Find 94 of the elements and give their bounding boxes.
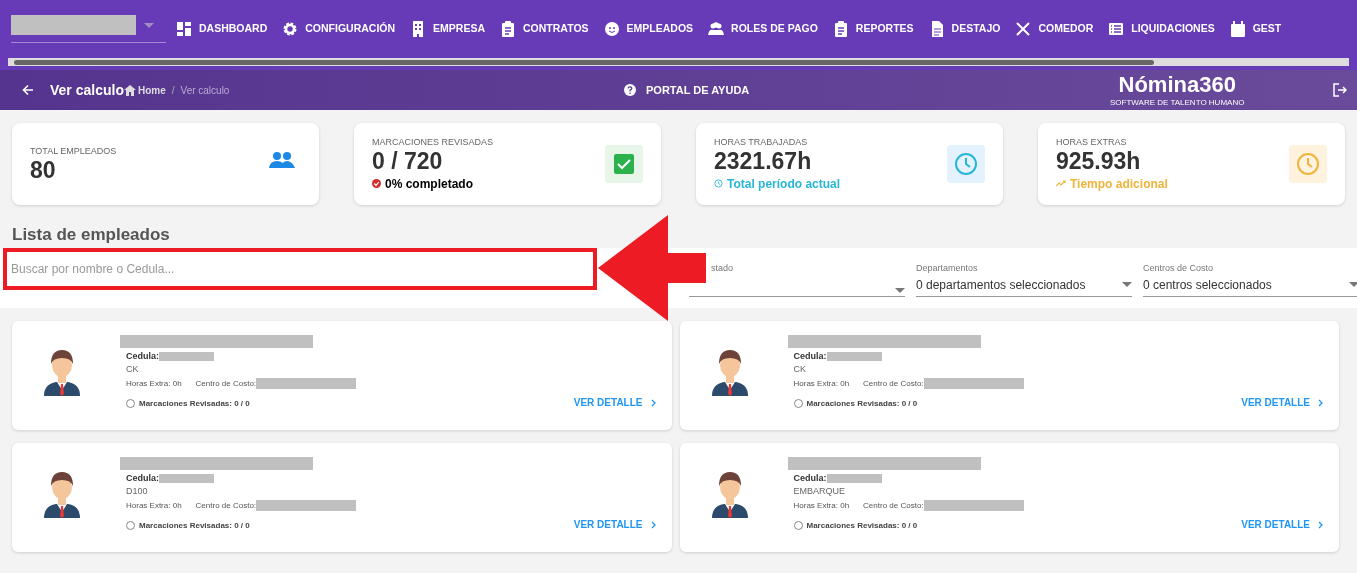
page-title: Ver calculo bbox=[50, 80, 124, 100]
redaction-bar bbox=[826, 474, 882, 484]
stat-value: 2321.67h bbox=[714, 147, 813, 174]
nav-tab[interactable]: EMPRESA bbox=[410, 21, 486, 37]
stat-note: Tiempo adicional bbox=[1070, 175, 1168, 193]
department-text: EMBARQUE bbox=[793, 485, 846, 497]
nav-tab[interactable]: ROLES DE PAGO bbox=[708, 21, 818, 37]
clock-icon bbox=[714, 179, 723, 188]
cost-center-label: Centro de Costo: bbox=[195, 499, 257, 512]
redaction-bar bbox=[159, 352, 214, 362]
stat-label: TOTAL EMPLEADOS bbox=[30, 145, 117, 157]
avatar-silhouette bbox=[709, 348, 750, 398]
cedula-label: Cedula: bbox=[126, 350, 159, 363]
nav-tab[interactable]: DESTAJO bbox=[928, 21, 1001, 37]
extra-hours-text: Horas Extra: 0h bbox=[126, 499, 182, 512]
reviewed-text: Marcaciones Revisadas: 0 / 0 bbox=[806, 397, 918, 410]
clipboard-icon bbox=[832, 21, 849, 37]
error-icon bbox=[372, 179, 381, 188]
cedula-label: Cedula: bbox=[126, 472, 159, 485]
caret-icon bbox=[1349, 282, 1357, 287]
stat-value: 80 bbox=[30, 157, 57, 183]
field-label: stado bbox=[711, 262, 734, 275]
nav-tab[interactable]: DASHBOARD bbox=[176, 21, 268, 37]
people-icon bbox=[269, 151, 295, 169]
chevron-icon bbox=[1318, 398, 1323, 407]
logout-icon[interactable] bbox=[1333, 83, 1347, 97]
nav-tab[interactable]: EMPLEADOS bbox=[603, 21, 694, 37]
settings-icon bbox=[282, 21, 299, 37]
nav-tab[interactable]: CONFIGURACIÓN bbox=[282, 21, 396, 37]
reviewed-text: Marcaciones Revisadas: 0 / 0 bbox=[806, 519, 918, 532]
caret-icon bbox=[895, 288, 905, 293]
avatar-silhouette bbox=[42, 348, 82, 398]
scrollbar[interactable] bbox=[8, 58, 1349, 66]
nav-tab[interactable]: LIQUIDACIONES bbox=[1108, 21, 1215, 37]
select-value: 0 departamentos seleccionados bbox=[916, 276, 1086, 294]
clock-icon bbox=[1289, 145, 1327, 183]
stat-label: MARCACIONES REVISADAS bbox=[372, 135, 494, 148]
trend-up-icon bbox=[1056, 180, 1066, 187]
extra-hours-text: Horas Extra: 0h bbox=[793, 499, 850, 512]
stat-value: 925.93h bbox=[1056, 147, 1142, 174]
department-text: D100 bbox=[126, 485, 149, 497]
select-value: 0 centros seleccionados bbox=[1143, 276, 1272, 294]
nav-tab[interactable]: GEST bbox=[1229, 21, 1282, 37]
cost-center-label: Centro de Costo: bbox=[863, 499, 924, 512]
department-text: CK bbox=[793, 363, 807, 375]
back-arrow-icon[interactable] bbox=[22, 84, 34, 96]
people-icon bbox=[708, 21, 725, 37]
breadcrumb-separator: / bbox=[171, 83, 175, 98]
face-icon bbox=[603, 21, 620, 37]
logo-tagline: SOFTWARE DE TALENTO HUMANO bbox=[1110, 98, 1245, 107]
logo-text: Nómina360 bbox=[1118, 72, 1236, 98]
cedula-label: Cedula: bbox=[793, 472, 827, 485]
avatar-silhouette bbox=[42, 470, 82, 520]
chevron-icon bbox=[650, 398, 656, 407]
select-field[interactable]: Departamentos 0 departamentos seleccionados bbox=[916, 262, 1132, 297]
field-label: Centros de Costo bbox=[1143, 262, 1214, 275]
home-icon bbox=[123, 84, 136, 96]
cost-center-label: Centro de Costo: bbox=[863, 377, 924, 390]
extra-hours-text: Horas Extra: 0h bbox=[126, 377, 182, 390]
caret-icon bbox=[144, 23, 154, 28]
section-title: Lista de empleados bbox=[12, 224, 171, 246]
breadcrumb-link[interactable]: Home bbox=[137, 82, 166, 98]
department-text: CK bbox=[126, 363, 140, 375]
redaction-bar bbox=[826, 352, 882, 362]
reviewed-text: Marcaciones Revisadas: 0 / 0 bbox=[139, 519, 250, 532]
stat-value: 0 / 720 bbox=[372, 147, 444, 174]
chevron-icon bbox=[1318, 520, 1323, 529]
caret-icon bbox=[1122, 282, 1132, 287]
dashboard-icon bbox=[176, 21, 192, 37]
extra-hours-text: Horas Extra: 0h bbox=[793, 377, 850, 390]
stat-label: HORAS TRABAJADAS bbox=[714, 135, 809, 148]
stat-note: Total período actual bbox=[727, 175, 841, 193]
field-label: Departamentos bbox=[916, 262, 978, 275]
help-portal-link[interactable]: PORTAL DE AYUDA bbox=[646, 82, 750, 99]
check-icon bbox=[605, 145, 643, 183]
stat-note: 0% completado bbox=[385, 175, 474, 193]
list-icon bbox=[1108, 21, 1125, 37]
nav-tab[interactable]: COMEDOR bbox=[1015, 21, 1094, 37]
cost-center-label: Centro de Costo: bbox=[195, 377, 257, 390]
stat-label: HORAS EXTRAS bbox=[1056, 135, 1128, 148]
chevron-icon bbox=[650, 520, 656, 529]
redaction-bar bbox=[159, 474, 214, 484]
company-select[interactable] bbox=[11, 15, 166, 43]
clipboard-icon bbox=[500, 21, 517, 37]
select-field[interactable]: Centros de Costo 0 centros seleccionados bbox=[1143, 262, 1357, 297]
cedula-label: Cedula: bbox=[793, 350, 827, 363]
help-icon bbox=[624, 84, 636, 97]
avatar-silhouette bbox=[709, 470, 750, 520]
nav-tab[interactable]: REPORTES bbox=[832, 21, 914, 37]
reviewed-text: Marcaciones Revisadas: 0 / 0 bbox=[139, 397, 250, 410]
breadcrumb-current: Ver calculo bbox=[180, 83, 230, 98]
nav-tab[interactable]: CONTRATOS bbox=[500, 21, 589, 37]
calendar-icon bbox=[1229, 21, 1246, 37]
clock-icon bbox=[947, 145, 985, 183]
